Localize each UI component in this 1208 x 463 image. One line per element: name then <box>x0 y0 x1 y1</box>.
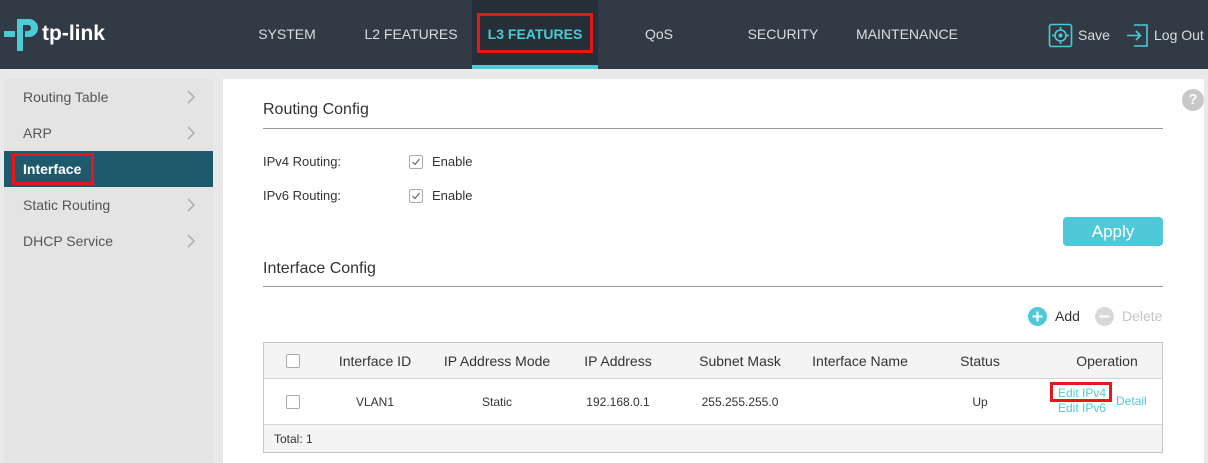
nav-l2-features[interactable]: L2 FEATURES <box>352 0 470 69</box>
delete-button[interactable]: Delete <box>1095 306 1162 326</box>
chevron-right-icon <box>187 198 195 212</box>
delete-label: Delete <box>1122 308 1163 324</box>
nav-qos[interactable]: QoS <box>620 0 698 69</box>
edit-ipv6-link[interactable]: Edit IPv6 <box>1058 401 1106 415</box>
add-label: Add <box>1055 308 1080 324</box>
sidebar-item-arp[interactable]: ARP <box>4 115 213 151</box>
sidebar-item-label: DHCP Service <box>23 233 113 249</box>
nav-highlight-box <box>477 13 593 53</box>
sidebar-highlight-box <box>12 153 94 185</box>
logout-button[interactable]: Log Out <box>1125 22 1204 48</box>
logout-label: Log Out <box>1154 27 1204 43</box>
top-navigation-bar: tp-link SYSTEM L2 FEATURES L3 FEATURES Q… <box>0 0 1208 69</box>
ipv4-routing-label: IPv4 Routing: <box>263 154 342 169</box>
cell-ip-address: 192.168.0.1 <box>586 394 650 409</box>
logout-icon <box>1127 23 1148 47</box>
sidebar-item-dhcp-service[interactable]: DHCP Service <box>4 223 213 259</box>
main-content: ? Routing Config IPv4 Routing: Enable IP… <box>223 79 1204 463</box>
edit-ipv4-highlight-box <box>1050 382 1112 402</box>
table-footer: Total: 1 <box>264 425 1162 452</box>
sidebar-item-label: Routing Table <box>23 89 109 105</box>
col-interface-name[interactable]: Interface Name <box>810 343 910 378</box>
ipv6-routing-checkbox[interactable] <box>409 189 423 203</box>
sidebar-item-static-routing[interactable]: Static Routing <box>4 187 213 223</box>
col-subnet-mask[interactable]: Subnet Mask <box>670 343 810 378</box>
tp-link-logo-icon <box>4 19 38 51</box>
tp-link-logo[interactable]: tp-link <box>4 14 105 54</box>
chevron-right-icon <box>187 234 195 248</box>
cell-operation: Edit IPv4 Edit IPv6 Detail <box>1050 379 1164 424</box>
sidebar-item-label: Static Routing <box>23 197 111 213</box>
ipv6-enable-label: Enable <box>432 188 473 203</box>
nav-security[interactable]: SECURITY <box>738 0 828 69</box>
detail-link[interactable]: Detail <box>1116 394 1147 408</box>
brand-name: tp-link <box>42 22 105 45</box>
total-count: Total: 1 <box>274 431 313 446</box>
apply-button[interactable]: Apply <box>1063 217 1163 246</box>
table-header: Interface ID IP Address Mode IP Address … <box>264 343 1162 379</box>
cell-status: Up <box>972 394 988 409</box>
add-plus-icon <box>1028 306 1047 326</box>
save-gear-icon <box>1048 23 1073 47</box>
ipv4-enable-label: Enable <box>432 154 473 169</box>
ipv4-routing-checkbox[interactable] <box>409 155 423 169</box>
row-select-cell <box>264 379 322 424</box>
nav-system[interactable]: SYSTEM <box>245 0 329 69</box>
col-ip-address-mode[interactable]: IP Address Mode <box>428 343 566 378</box>
chevron-right-icon <box>187 90 195 104</box>
col-ip-address[interactable]: IP Address <box>566 343 670 378</box>
nav-maintenance[interactable]: MAINTENANCE <box>846 0 968 69</box>
save-button[interactable]: Save <box>1048 22 1110 48</box>
row-checkbox[interactable] <box>286 394 300 409</box>
sidebar: Routing Table ARP Interface Static Routi… <box>4 79 213 463</box>
cell-subnet-mask: 255.255.255.0 <box>701 394 779 409</box>
interface-table: Interface ID IP Address Mode IP Address … <box>263 342 1163 453</box>
interface-config-title: Interface Config <box>263 260 376 277</box>
sidebar-item-routing-table[interactable]: Routing Table <box>4 79 213 115</box>
checkmark-icon <box>412 192 420 200</box>
section-divider <box>263 286 1163 287</box>
col-status[interactable]: Status <box>910 343 1050 378</box>
chevron-right-icon <box>187 126 195 140</box>
delete-minus-icon <box>1095 306 1114 326</box>
add-button[interactable]: Add <box>1028 306 1080 326</box>
col-interface-id[interactable]: Interface ID <box>322 343 428 378</box>
checkmark-icon <box>412 158 420 166</box>
sidebar-item-label: ARP <box>23 125 52 141</box>
save-label: Save <box>1078 27 1110 43</box>
cell-interface-id: VLAN1 <box>355 394 395 409</box>
cell-ip-mode: Static <box>481 394 512 409</box>
routing-config-title: Routing Config <box>263 101 369 118</box>
select-all-cell <box>264 343 322 378</box>
select-all-checkbox[interactable] <box>286 353 300 368</box>
help-icon[interactable]: ? <box>1182 89 1204 111</box>
section-divider <box>263 128 1163 129</box>
col-operation: Operation <box>1076 352 1138 369</box>
table-row: VLAN1 Static 192.168.0.1 255.255.255.0 U… <box>264 379 1162 425</box>
cell-interface-name <box>810 379 910 424</box>
ipv6-routing-label: IPv6 Routing: <box>263 188 342 203</box>
